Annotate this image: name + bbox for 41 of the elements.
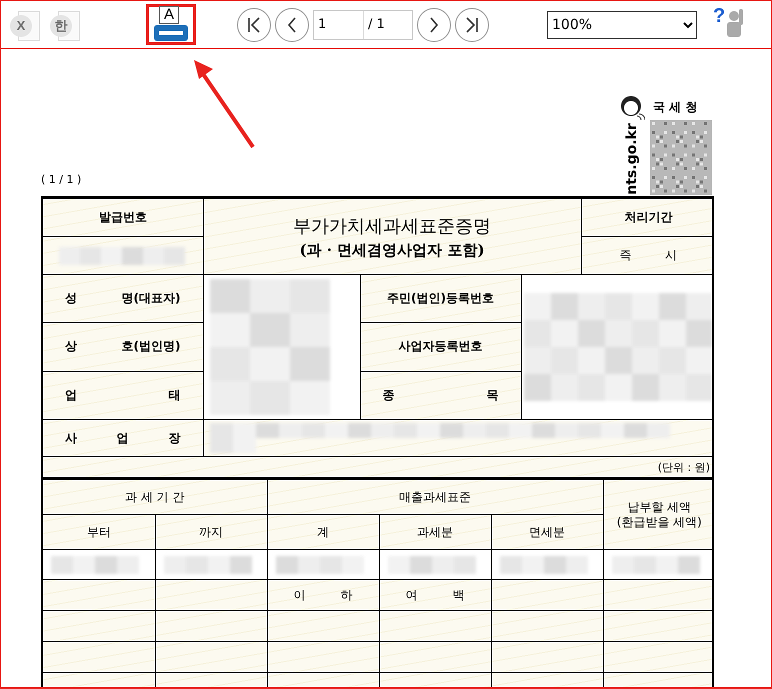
last-page-button[interactable] (455, 8, 489, 42)
field-label: 종 목 (382, 386, 498, 404)
agency-website: nts.go.kr (624, 123, 640, 195)
field-label: 상 호(법인명) (65, 338, 180, 356)
page-indicator: ( 1 / 1 ) (41, 173, 82, 186)
column-header: 과세분 (417, 524, 454, 538)
zoom-dropdown[interactable]: 100% (547, 10, 697, 38)
processing-period-label: 처리기간 (623, 209, 674, 226)
column-header: 납부할 세액 (환급받을 세액) (616, 500, 702, 529)
next-page-button[interactable] (417, 8, 451, 42)
first-page-button[interactable] (237, 8, 271, 42)
first-page-icon (247, 16, 261, 32)
unit-label: (단위 : 원) (658, 460, 712, 474)
column-header: 계 (317, 524, 330, 538)
table-cell: 여 백 (406, 586, 465, 604)
column-header: 면세분 (529, 524, 566, 538)
processing-period-value: 즉 시 (620, 247, 678, 264)
field-label: 성 명(대표자) (65, 290, 180, 308)
last-page-icon (465, 16, 479, 32)
mascot-icon (619, 94, 645, 120)
field-label: 사 업 장 (65, 430, 180, 446)
form-title: 부가가치세과세표준증명 (292, 214, 492, 238)
print-button[interactable]: A (146, 4, 196, 45)
field-label: 주민(법인)등록번호 (386, 290, 495, 308)
column-header: 부터 (86, 524, 111, 538)
help-button[interactable]: ? (713, 6, 746, 42)
agency-name: 국 세 청 (653, 98, 698, 116)
column-header: 과 세 기 간 (125, 490, 184, 504)
field-label: 업 태 (65, 386, 180, 404)
field-label: 사업자등록번호 (398, 338, 484, 356)
column-header: 매출과세표준 (399, 490, 472, 504)
table-cell: 이 하 (294, 586, 353, 604)
printer-icon (154, 23, 188, 41)
person-icon (725, 6, 746, 36)
page-input-field[interactable]: 1 / 1 (313, 10, 413, 40)
form-subtitle: (과 · 면세겸영사업자 포함) (298, 240, 486, 260)
column-header: 까지 (199, 524, 223, 538)
previous-page-button[interactable] (275, 8, 309, 42)
chevron-right-icon (429, 16, 439, 32)
chevron-left-icon (287, 16, 297, 32)
issue-number-label: 발급번호 (98, 209, 148, 226)
